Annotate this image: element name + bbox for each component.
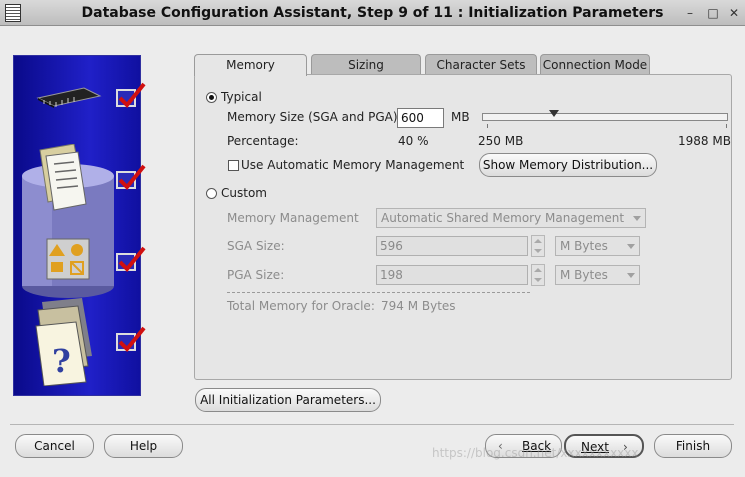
amm-label: Use Automatic Memory Management bbox=[241, 158, 465, 172]
memory-size-input[interactable]: 600 bbox=[397, 108, 444, 128]
title-bar: Database Configuration Assistant, Step 9… bbox=[0, 0, 745, 26]
sga-size-input[interactable]: 596 bbox=[376, 236, 528, 256]
help-folder-icon: ? bbox=[35, 298, 92, 386]
memory-management-value: Automatic Shared Memory Management bbox=[381, 211, 625, 225]
typical-label: Typical bbox=[221, 90, 262, 104]
pga-size-spinner[interactable] bbox=[531, 264, 545, 286]
shapes-icon bbox=[46, 238, 90, 280]
help-button[interactable]: Help bbox=[104, 434, 183, 458]
typical-radio[interactable] bbox=[206, 92, 217, 103]
total-memory-value: 794 M Bytes bbox=[381, 299, 456, 313]
documents-icon bbox=[39, 144, 87, 211]
pga-size-input[interactable]: 198 bbox=[376, 265, 528, 285]
slider-min-label: 250 MB bbox=[478, 134, 524, 148]
finish-button[interactable]: Finish bbox=[654, 434, 732, 458]
memory-size-label: Memory Size (SGA and PGA): bbox=[227, 110, 402, 124]
footer-separator bbox=[10, 424, 734, 425]
step-complete-check-icon bbox=[116, 326, 146, 352]
tab-character-sets[interactable]: Character Sets bbox=[425, 54, 537, 75]
memory-chip-icon bbox=[36, 87, 102, 108]
slider-tick bbox=[487, 124, 488, 128]
memory-size-unit: MB bbox=[451, 110, 470, 124]
total-memory-label: Total Memory for Oracle: bbox=[227, 299, 375, 313]
step-complete-check-icon bbox=[116, 82, 146, 108]
percentage-label: Percentage: bbox=[227, 134, 299, 148]
memory-size-slider[interactable] bbox=[482, 113, 728, 121]
memory-management-label: Memory Management bbox=[227, 211, 359, 225]
amm-checkbox[interactable] bbox=[228, 160, 239, 171]
sga-unit-value: M Bytes bbox=[560, 239, 608, 253]
tab-memory[interactable]: Memory bbox=[194, 54, 307, 76]
percentage-value: 40 % bbox=[398, 134, 429, 148]
minimize-icon[interactable]: – bbox=[682, 5, 698, 21]
tab-connection-mode[interactable]: Connection Mode bbox=[540, 54, 650, 75]
tab-sizing[interactable]: Sizing bbox=[311, 54, 421, 75]
cancel-button[interactable]: Cancel bbox=[15, 434, 94, 458]
step-complete-check-icon bbox=[116, 164, 146, 190]
chevron-down-icon bbox=[627, 273, 635, 278]
watermark: https://blog.csdn.net/xxxxxxxxxxx bbox=[432, 446, 639, 460]
pga-unit-value: M Bytes bbox=[560, 268, 608, 282]
memory-slider-thumb[interactable] bbox=[549, 110, 559, 117]
sga-unit-select[interactable]: M Bytes bbox=[555, 236, 640, 256]
all-initialization-parameters-button[interactable]: All Initialization Parameters... bbox=[195, 388, 381, 412]
close-icon[interactable]: ✕ bbox=[726, 5, 742, 21]
window-title: Database Configuration Assistant, Step 9… bbox=[81, 5, 664, 21]
wizard-illustration: ? bbox=[13, 55, 146, 396]
show-memory-distribution-button[interactable]: Show Memory Distribution... bbox=[479, 153, 657, 177]
chevron-down-icon bbox=[633, 216, 641, 221]
sga-size-spinner[interactable] bbox=[531, 235, 545, 257]
custom-radio[interactable] bbox=[206, 188, 217, 199]
step-complete-check-icon bbox=[116, 246, 146, 272]
svg-text:?: ? bbox=[52, 342, 71, 380]
divider bbox=[227, 292, 530, 293]
pga-size-label: PGA Size: bbox=[227, 268, 285, 282]
slider-max-label: 1988 MB bbox=[678, 134, 731, 148]
custom-label: Custom bbox=[221, 186, 267, 200]
maximize-icon[interactable]: □ bbox=[705, 5, 721, 21]
slider-tick bbox=[726, 124, 727, 128]
memory-management-select[interactable]: Automatic Shared Memory Management bbox=[376, 208, 646, 228]
sga-size-label: SGA Size: bbox=[227, 239, 285, 253]
pga-unit-select[interactable]: M Bytes bbox=[555, 265, 640, 285]
chevron-down-icon bbox=[627, 244, 635, 249]
